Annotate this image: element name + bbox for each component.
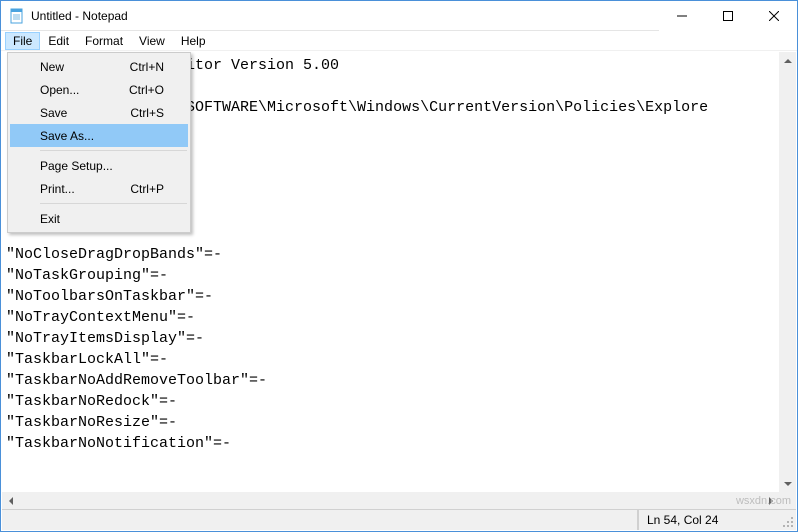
menu-shortcut: Ctrl+P	[130, 182, 164, 196]
menu-item-save-as[interactable]: Save As...	[10, 124, 188, 147]
window-title: Untitled - Notepad	[31, 9, 128, 23]
statusbar: Ln 54, Col 24	[2, 509, 796, 530]
watermark: wsxdn.com	[736, 495, 791, 507]
cursor-position: Ln 54, Col 24	[638, 510, 778, 530]
close-button[interactable]	[751, 1, 797, 31]
titlebar: Untitled - Notepad	[1, 1, 797, 31]
menu-item-save[interactable]: Save Ctrl+S	[10, 101, 188, 124]
maximize-button[interactable]	[705, 1, 751, 31]
menubar: File Edit Format View Help	[1, 31, 797, 51]
menu-label: Open...	[40, 83, 129, 97]
menu-shortcut: Ctrl+O	[129, 83, 164, 97]
menu-help[interactable]: Help	[173, 32, 214, 50]
file-menu-dropdown: New Ctrl+N Open... Ctrl+O Save Ctrl+S Sa…	[7, 52, 191, 233]
menu-label: Save As...	[40, 129, 164, 143]
resize-grip[interactable]	[778, 510, 796, 530]
menu-file[interactable]: File	[5, 32, 40, 50]
scroll-up-icon[interactable]	[779, 52, 796, 69]
scroll-left-icon[interactable]	[2, 492, 19, 509]
vertical-scrollbar[interactable]	[779, 52, 796, 492]
menu-item-exit[interactable]: Exit	[10, 207, 188, 230]
menu-edit[interactable]: Edit	[40, 32, 77, 50]
minimize-button[interactable]	[659, 1, 705, 31]
menu-view[interactable]: View	[131, 32, 173, 50]
menu-item-page-setup[interactable]: Page Setup...	[10, 154, 188, 177]
menu-shortcut: Ctrl+N	[130, 60, 164, 74]
menu-separator	[40, 150, 187, 151]
menu-shortcut: Ctrl+S	[130, 106, 164, 120]
scroll-down-icon[interactable]	[779, 475, 796, 492]
menu-label: New	[40, 60, 130, 74]
menu-separator	[40, 203, 187, 204]
menu-label: Save	[40, 106, 130, 120]
menu-label: Exit	[40, 212, 164, 226]
notepad-icon	[9, 8, 25, 24]
menu-item-new[interactable]: New Ctrl+N	[10, 55, 188, 78]
menu-item-print[interactable]: Print... Ctrl+P	[10, 177, 188, 200]
horizontal-scrollbar[interactable]	[2, 492, 779, 509]
menu-label: Page Setup...	[40, 159, 164, 173]
menu-item-open[interactable]: Open... Ctrl+O	[10, 78, 188, 101]
menu-format[interactable]: Format	[77, 32, 131, 50]
menu-label: Print...	[40, 182, 130, 196]
